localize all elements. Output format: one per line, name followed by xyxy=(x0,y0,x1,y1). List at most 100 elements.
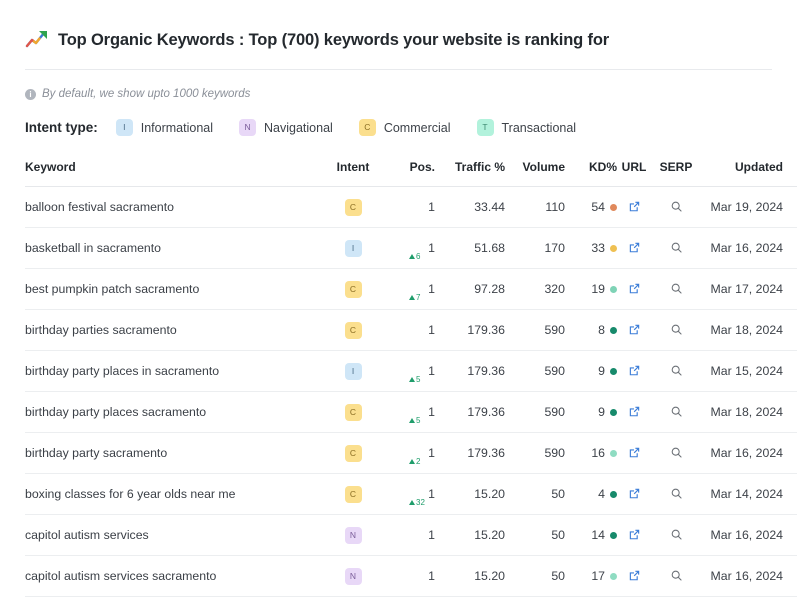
cell-keyword[interactable]: birthday party places in sacramento xyxy=(25,350,325,392)
search-icon[interactable] xyxy=(668,485,685,502)
cell-keyword[interactable]: birthday party places sacramento xyxy=(25,391,325,433)
search-icon[interactable] xyxy=(668,239,685,256)
cell-kd: 14 xyxy=(565,514,617,556)
external-link-icon[interactable] xyxy=(626,239,643,256)
search-icon[interactable] xyxy=(668,198,685,215)
cell-volume: 170 xyxy=(505,227,565,269)
search-icon[interactable] xyxy=(668,362,685,379)
table-row[interactable]: capitol autism services sacramento N 1 15.2… xyxy=(25,555,797,597)
table-row[interactable]: capitol autism services N 1 15.20 50 14 Mar 16… xyxy=(25,514,797,556)
table-row[interactable]: balloon festival sacramento C 1 33.44 110 54 M… xyxy=(25,186,797,228)
search-icon[interactable] xyxy=(668,567,685,584)
position-change-value: 5 xyxy=(416,416,421,425)
column-header-volume[interactable]: Volume xyxy=(505,160,565,187)
external-link-icon[interactable] xyxy=(626,198,643,215)
cell-keyword[interactable]: capitol autism services sacramento xyxy=(25,555,325,597)
cell-traffic: 97.28 xyxy=(435,268,505,310)
cell-position: 12 xyxy=(381,432,435,474)
kd-difficulty-dot xyxy=(610,449,617,457)
cell-intent: C xyxy=(325,186,381,228)
external-link-icon[interactable] xyxy=(626,526,643,543)
cell-kd: 54 xyxy=(565,186,617,228)
cell-intent: C xyxy=(325,473,381,515)
cell-traffic: 15.20 xyxy=(435,473,505,515)
cell-updated: Mar 15, 2024 xyxy=(701,350,797,392)
external-link-icon[interactable] xyxy=(626,485,643,502)
cell-keyword[interactable]: best pumpkin patch sacramento xyxy=(25,268,325,310)
kd-value: 9 xyxy=(598,405,605,419)
organic-keywords-report: Top Organic Keywords : Top (700) keyword… xyxy=(0,0,797,597)
search-icon[interactable] xyxy=(668,403,685,420)
search-icon[interactable] xyxy=(668,321,685,338)
table-row[interactable]: boxing classes for 6 year olds near me C 1… xyxy=(25,473,797,515)
intent-badge-commercial: C xyxy=(358,119,376,136)
column-header-intent[interactable]: Intent xyxy=(325,160,381,187)
cell-keyword[interactable]: balloon festival sacramento xyxy=(25,186,325,228)
table-header-row: Keyword Intent Pos. Traffic % Volume KD%… xyxy=(25,160,797,187)
cell-updated: Mar 18, 2024 xyxy=(701,391,797,433)
legend-label-commercial: Commercial xyxy=(383,120,451,135)
cell-updated: Mar 16, 2024 xyxy=(701,555,797,597)
intent-badge-c: C xyxy=(344,444,362,462)
cell-keyword[interactable]: birthday party sacramento xyxy=(25,432,325,474)
table-row[interactable]: basketball in sacramento I 1 6 51.68 170 33 Mar… xyxy=(25,227,797,269)
cell-keyword[interactable]: boxing classes for 6 year olds near me xyxy=(25,473,325,515)
cell-updated: Mar 17, 2024 xyxy=(701,268,797,310)
intent-badge-i: I xyxy=(344,239,362,257)
external-link-icon[interactable] xyxy=(626,280,643,297)
column-header-pos[interactable]: Pos. xyxy=(381,160,435,187)
legend-item-commercial[interactable]: C Commercial xyxy=(358,119,451,136)
search-icon[interactable] xyxy=(668,280,685,297)
position-change-value: 32 xyxy=(416,498,425,507)
column-header-serp[interactable]: SERP xyxy=(651,160,701,187)
cell-updated: Mar 16, 2024 xyxy=(701,227,797,269)
legend-item-transactional[interactable]: T Transactional xyxy=(476,119,577,136)
table-row[interactable]: best pumpkin patch sacramento C 1 7 97.28 320… xyxy=(25,268,797,310)
table-row[interactable]: birthday party places in sacramento I 1 5 17… xyxy=(25,350,797,392)
intent-badge-c: C xyxy=(344,403,362,421)
cell-url xyxy=(617,309,651,351)
table-row[interactable]: birthday party places sacramento C 1 5 179.3… xyxy=(25,391,797,433)
legend-label-transactional: Transactional xyxy=(501,120,577,135)
external-link-icon[interactable] xyxy=(626,403,643,420)
intent-badge-navigational: N xyxy=(239,119,257,136)
search-icon[interactable] xyxy=(668,444,685,461)
position-value: 1 xyxy=(428,405,435,419)
legend-item-informational[interactable]: I Informational xyxy=(115,119,213,136)
note-text: By default, we show upto 1000 keywords xyxy=(42,88,251,100)
position-value: 1 xyxy=(428,241,435,255)
cell-keyword[interactable]: basketball in sacramento xyxy=(25,227,325,269)
search-icon[interactable] xyxy=(668,526,685,543)
legend-item-navigational[interactable]: N Navigational xyxy=(239,119,333,136)
table-row[interactable]: birthday party sacramento C 1 2 179.36 590 16 M… xyxy=(25,432,797,474)
kd-difficulty-dot xyxy=(610,367,617,375)
cell-keyword[interactable]: birthday parties sacramento xyxy=(25,309,325,351)
table-row[interactable]: birthday parties sacramento C 1 179.36 590 8 M… xyxy=(25,309,797,351)
column-header-traffic[interactable]: Traffic % xyxy=(435,160,505,187)
kd-value: 33 xyxy=(591,241,605,255)
column-header-keyword[interactable]: Keyword xyxy=(25,160,325,187)
arrow-up-icon xyxy=(409,253,415,259)
cell-serp xyxy=(651,186,701,228)
cell-url xyxy=(617,391,651,433)
kd-difficulty-dot xyxy=(610,408,617,416)
cell-updated: Mar 16, 2024 xyxy=(701,514,797,556)
cell-traffic: 15.20 xyxy=(435,514,505,556)
info-icon: i xyxy=(25,88,36,100)
external-link-icon[interactable] xyxy=(626,444,643,461)
column-header-url[interactable]: URL xyxy=(617,160,651,187)
external-link-icon[interactable] xyxy=(626,362,643,379)
position-value: 1 xyxy=(428,528,435,542)
cell-volume: 590 xyxy=(505,432,565,474)
cell-keyword[interactable]: capitol autism services xyxy=(25,514,325,556)
external-link-icon[interactable] xyxy=(626,567,643,584)
position-change-value: 6 xyxy=(416,252,421,261)
column-header-updated[interactable]: Updated xyxy=(701,160,797,187)
position-value: 1 xyxy=(428,569,435,583)
column-header-kd[interactable]: KD% xyxy=(565,160,617,187)
cell-position: 17 xyxy=(381,268,435,310)
cell-volume: 320 xyxy=(505,268,565,310)
cell-url xyxy=(617,432,651,474)
external-link-icon[interactable] xyxy=(626,321,643,338)
kd-value: 9 xyxy=(598,364,605,378)
